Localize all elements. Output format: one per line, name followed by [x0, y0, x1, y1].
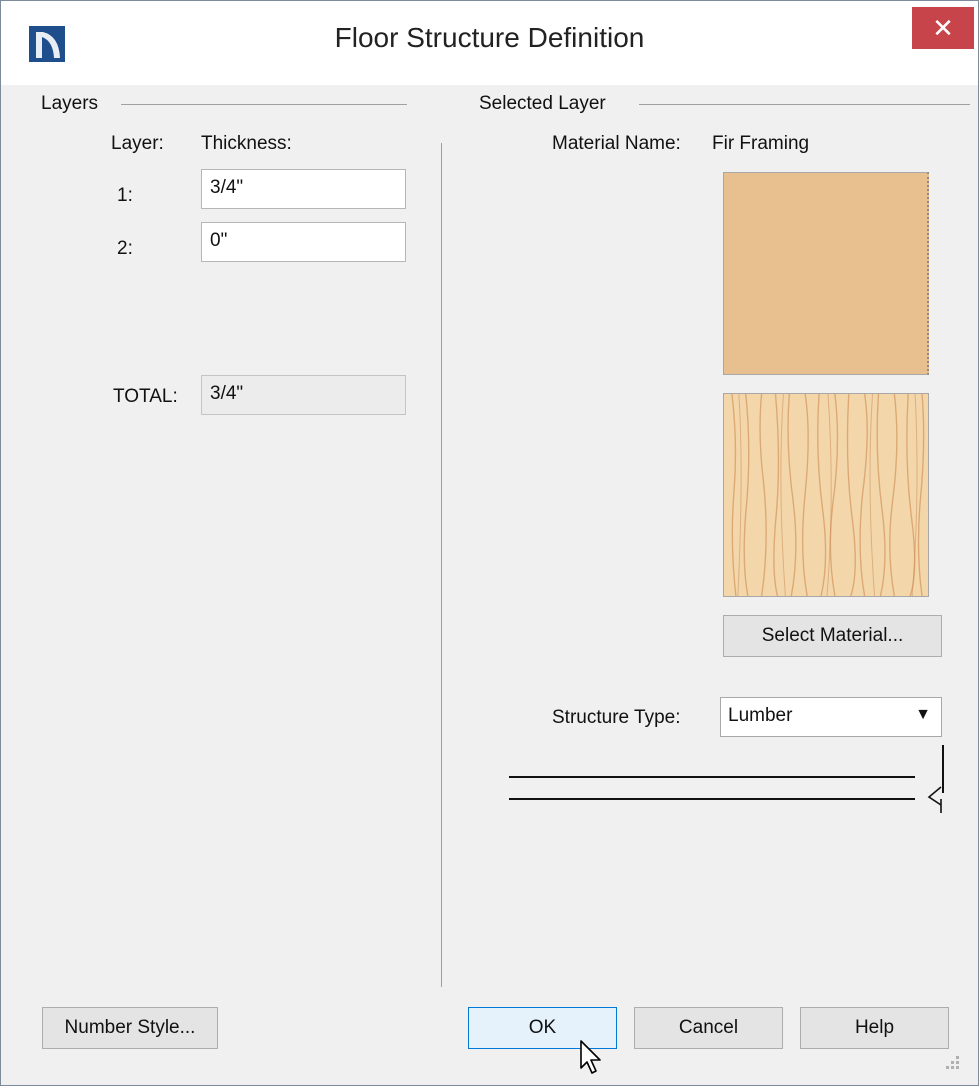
floor-structure-dialog: Floor Structure Definition ✕ Layers Laye… — [0, 0, 979, 1086]
close-button[interactable]: ✕ — [912, 7, 974, 49]
layers-group-divider — [121, 104, 407, 105]
help-button[interactable]: Help — [800, 1007, 949, 1049]
layer-2-label: 2: — [117, 238, 133, 259]
selected-layer-group-label: Selected Layer — [479, 93, 606, 114]
layer-column-header: Layer: — [111, 133, 164, 154]
group-separator — [441, 143, 442, 987]
layer-1-thickness-input[interactable]: 3/4" — [201, 169, 406, 209]
window-title: Floor Structure Definition — [334, 22, 645, 53]
dropdown-arrow-icon: ▼ — [915, 706, 931, 723]
cancel-button[interactable]: Cancel — [634, 1007, 783, 1049]
total-label: TOTAL: — [113, 386, 178, 407]
structure-type-dropdown[interactable]: Lumber ▼ — [720, 697, 942, 737]
close-icon: ✕ — [932, 13, 954, 43]
layer-1-label: 1: — [117, 185, 133, 206]
thickness-column-header: Thickness: — [201, 133, 292, 154]
dialog-body: Layers Layer: Thickness: 1: 3/4" 2: 0" T… — [9, 85, 970, 1079]
material-texture-preview — [723, 393, 929, 597]
title-bar: Floor Structure Definition ✕ — [1, 1, 978, 85]
material-color-swatch — [723, 172, 929, 375]
material-name-label: Material Name: — [552, 133, 681, 154]
number-style-button[interactable]: Number Style... — [42, 1007, 218, 1049]
layers-group-label: Layers — [41, 93, 99, 114]
layer-2-thickness-input[interactable]: 0" — [201, 222, 406, 262]
floor-structure-diagram — [509, 745, 944, 813]
total-thickness-field: 3/4" — [201, 375, 406, 415]
mouse-pointer-icon — [580, 1040, 601, 1074]
material-name-value: Fir Framing — [712, 133, 810, 154]
structure-type-label: Structure Type: — [552, 707, 681, 728]
select-material-button[interactable]: Select Material... — [723, 615, 942, 657]
selected-layer-group-divider — [639, 104, 970, 105]
structure-type-value: Lumber — [728, 705, 793, 726]
resize-grip-icon[interactable] — [943, 1053, 961, 1071]
